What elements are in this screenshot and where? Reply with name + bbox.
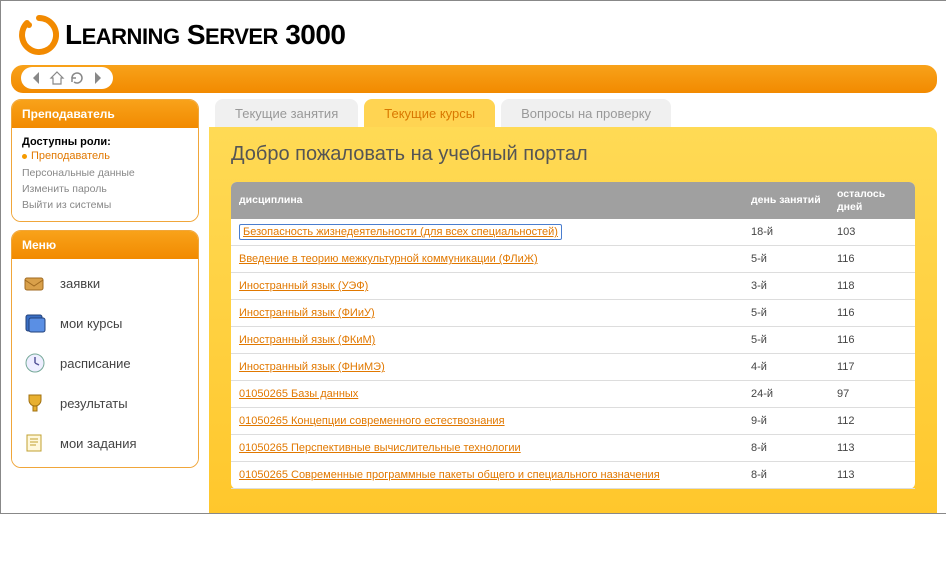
menu-item-label: мои задания [60,436,137,451]
books-icon [22,311,50,335]
cell-left: 117 [829,354,915,381]
tab-2[interactable]: Вопросы на проверку [501,99,671,127]
cell-day: 9-й [743,408,829,435]
tab-1[interactable]: Текущие курсы [364,99,495,127]
role-panel: Преподаватель Доступны роли: Преподавате… [11,99,199,222]
table-row: 01050265 Перспективные вычислительные те… [231,435,915,462]
mailbox-icon [22,271,50,295]
menu-item-3[interactable]: результаты [12,383,198,423]
clock-icon [22,351,50,375]
menu-panel: Меню заявки мои курсы расписание результаты… [11,230,199,468]
bullet-icon [22,154,27,159]
course-link[interactable]: Иностранный язык (УЭФ) [239,280,368,292]
course-link[interactable]: Безопасность жизнедеятельности (для всех… [239,224,562,240]
cell-left: 113 [829,435,915,462]
tab-0[interactable]: Текущие занятия [215,99,358,127]
nav-back-icon[interactable] [29,70,45,89]
table-row: Безопасность жизнедеятельности (для всех… [231,219,915,246]
roles-label: Доступны роли: [22,136,188,148]
nav-refresh-icon[interactable] [69,70,85,89]
table-row: Введение в теорию межкультурной коммуник… [231,246,915,273]
course-link[interactable]: Иностранный язык (ФКиМ) [239,334,375,346]
course-link[interactable]: 01050265 Современные программные пакеты … [239,469,660,481]
cell-day: 4-й [743,354,829,381]
menu-item-label: мои курсы [60,316,122,331]
notes-icon [22,431,50,455]
table-row: 01050265 Современные программные пакеты … [231,462,915,489]
table-row: Иностранный язык (УЭФ) 3-й118 [231,273,915,300]
role-link-teacher[interactable]: Преподаватель [22,150,188,162]
course-link[interactable]: 01050265 Концепции современного естество… [239,415,505,427]
table-row: Иностранный язык (ФИиУ) 5-й116 [231,300,915,327]
cell-day: 8-й [743,435,829,462]
nav-icon-group [21,67,113,89]
menu-item-label: результаты [60,396,128,411]
cell-left: 103 [829,219,915,246]
nav-forward-icon[interactable] [89,70,105,89]
role-panel-title: Преподаватель [12,100,198,128]
col-day: день занятий [743,182,829,219]
nav-home-icon[interactable] [49,70,65,89]
menu-panel-title: Меню [12,231,198,259]
course-link[interactable]: 01050265 Базы данных [239,388,358,400]
welcome-heading: Добро пожаловать на учебный портал [231,143,915,166]
menu-item-0[interactable]: заявки [12,263,198,303]
cell-day: 5-й [743,300,829,327]
link-personal-data[interactable]: Персональные данные [22,166,188,182]
menu-item-1[interactable]: мои курсы [12,303,198,343]
menu-item-label: заявки [60,276,100,291]
course-link[interactable]: 01050265 Перспективные вычислительные те… [239,442,521,454]
course-link[interactable]: Иностранный язык (ФИиУ) [239,307,375,319]
menu-item-2[interactable]: расписание [12,343,198,383]
table-row: 01050265 Базы данных 24-й97 [231,381,915,408]
cell-left: 112 [829,408,915,435]
logo-swirl-icon [19,15,59,55]
course-link[interactable]: Иностранный язык (ФНиМЭ) [239,361,385,373]
app-logo: LEARNING SERVER 3000 [1,1,946,65]
cell-day: 5-й [743,246,829,273]
menu-item-4[interactable]: мои задания [12,423,198,463]
cell-left: 113 [829,462,915,489]
course-link[interactable]: Введение в теорию межкультурной коммуник… [239,253,538,265]
cell-left: 116 [829,300,915,327]
content-panel: Добро пожаловать на учебный портал дисци… [209,127,937,513]
top-navbar [11,65,937,93]
cell-left: 116 [829,246,915,273]
trophy-icon [22,391,50,415]
cell-day: 18-й [743,219,829,246]
cell-day: 5-й [743,327,829,354]
menu-item-label: расписание [60,356,131,371]
cell-left: 97 [829,381,915,408]
logo-text: LEARNING SERVER 3000 [65,19,346,51]
tabs: Текущие занятияТекущие курсыВопросы на п… [209,99,937,127]
cell-day: 3-й [743,273,829,300]
link-change-password[interactable]: Изменить пароль [22,182,188,198]
link-logout[interactable]: Выйти из системы [22,198,188,214]
cell-day: 8-й [743,462,829,489]
col-left: осталось дней [829,182,915,219]
table-row: 01050265 Концепции современного естество… [231,408,915,435]
table-row: Иностранный язык (ФКиМ) 5-й116 [231,327,915,354]
cell-day: 24-й [743,381,829,408]
col-discipline: дисциплина [231,182,743,219]
table-row: Иностранный язык (ФНиМЭ) 4-й117 [231,354,915,381]
cell-left: 116 [829,327,915,354]
courses-table: дисциплина день занятий осталось дней Бе… [231,182,915,489]
cell-left: 118 [829,273,915,300]
